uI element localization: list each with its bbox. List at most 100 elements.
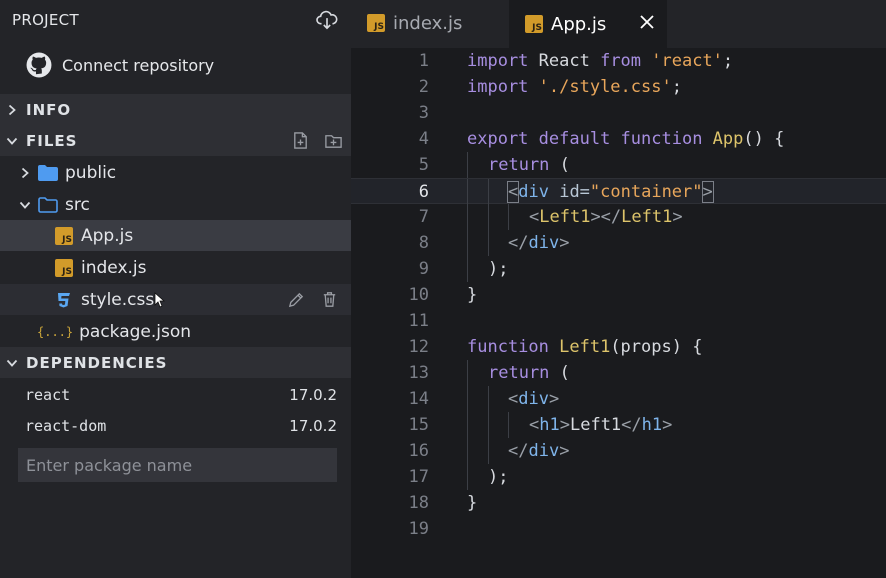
info-section-label: INFO: [26, 100, 72, 119]
line-number: 18: [408, 493, 429, 513]
project-title: PROJECT: [12, 11, 79, 29]
editor-tab-bar: JS index.js JS App.js: [351, 0, 886, 48]
code-text: return (: [488, 155, 570, 175]
dependencies-section-label: DEPENDENCIES: [26, 353, 168, 372]
dependency-name: react: [25, 386, 71, 404]
dependency-version: 17.0.2: [289, 386, 337, 404]
cloud-download-icon[interactable]: [316, 10, 338, 30]
line-number: 11: [408, 311, 429, 331]
close-tab-icon[interactable]: [639, 14, 655, 30]
mouse-cursor-icon: [154, 291, 166, 308]
tab-app-js[interactable]: JS App.js: [509, 0, 667, 48]
code-line: 1 import React from 'react';: [351, 48, 886, 74]
code-line: 5 return (: [351, 152, 886, 178]
code-editor: JS index.js JS App.js 1 import React fro…: [351, 0, 886, 578]
code-line: 18 }: [351, 490, 886, 516]
project-header: PROJECT: [12, 10, 338, 30]
dependency-item-react[interactable]: react 17.0.2: [25, 380, 337, 410]
dependency-version: 17.0.2: [289, 417, 337, 435]
chevron-down-icon: [19, 201, 31, 209]
dependency-name: react-dom: [25, 417, 107, 435]
line-number: 17: [408, 467, 429, 487]
chevron-right-icon: [21, 167, 29, 178]
code-line: 16 </div>: [351, 438, 886, 464]
code-line-current: 6 <div id="container">: [351, 178, 886, 205]
code-line: 17 );: [351, 464, 886, 490]
code-text: </div>: [508, 233, 570, 253]
package-name-input[interactable]: [18, 448, 337, 482]
code-line: 13 return (: [351, 360, 886, 386]
javascript-file-icon: JS: [367, 14, 385, 32]
code-line: 14 <div>: [351, 386, 886, 412]
code-text: }: [467, 285, 478, 305]
tab-label: index.js: [393, 12, 463, 34]
file-tree-item-style-css[interactable]: style.css: [0, 284, 351, 315]
connect-repository-button[interactable]: Connect repository: [26, 51, 214, 79]
code-line: 15 <h1>Left1</h1>: [351, 412, 886, 438]
pencil-icon[interactable]: [287, 290, 306, 309]
code-line: 2 import './style.css';: [351, 74, 886, 100]
code-text: <h1>Left1</h1>: [529, 415, 673, 435]
folder-icon: [38, 164, 58, 181]
file-tree-item-package-json[interactable]: {...} package.json: [0, 316, 351, 347]
code-text: export default function App() {: [467, 129, 785, 149]
new-folder-icon[interactable]: [324, 131, 343, 150]
file-tree-folder-public[interactable]: public: [0, 157, 351, 188]
line-number: 5: [418, 155, 429, 175]
file-tree-item-index-js[interactable]: JS index.js: [0, 252, 351, 283]
code-text: function Left1(props) {: [467, 337, 703, 357]
file-name: index.js: [81, 257, 147, 278]
code-line: 3: [351, 100, 886, 126]
line-number: 6: [418, 182, 429, 202]
line-number: 16: [408, 441, 429, 461]
dependency-item-react-dom[interactable]: react-dom 17.0.2: [25, 411, 337, 441]
code-text: <div id="container">: [506, 181, 714, 203]
code-text: </div>: [508, 441, 570, 461]
code-line: 12 function Left1(props) {: [351, 334, 886, 360]
css-file-icon: [58, 292, 70, 307]
github-icon: [26, 52, 52, 78]
dependencies-section-header[interactable]: DEPENDENCIES: [0, 347, 351, 378]
file-name: style.css: [81, 289, 155, 310]
new-file-icon[interactable]: [291, 131, 310, 150]
code-text: <Left1></Left1>: [529, 207, 683, 227]
chevron-down-icon: [6, 137, 18, 145]
file-tree-folder-src[interactable]: src: [0, 189, 351, 220]
file-name: src: [65, 194, 90, 215]
json-file-icon: {...}: [37, 324, 74, 339]
line-number: 15: [408, 415, 429, 435]
line-number: 2: [418, 77, 429, 97]
code-text: <div>: [508, 389, 560, 409]
code-text: return (: [488, 363, 570, 383]
info-section-header[interactable]: INFO: [0, 94, 351, 125]
code-text: );: [488, 467, 509, 487]
code-line: 8 </div>: [351, 230, 886, 256]
tab-label: App.js: [551, 13, 607, 35]
connect-repository-label: Connect repository: [62, 55, 215, 75]
files-section-label: FILES: [26, 131, 78, 150]
code-line: 4 export default function App() {: [351, 126, 886, 152]
chevron-right-icon: [8, 104, 16, 115]
tab-index-js[interactable]: JS index.js: [367, 0, 462, 46]
line-number: 12: [408, 337, 429, 357]
file-name: App.js: [81, 225, 134, 246]
files-section-header[interactable]: FILES: [0, 125, 351, 156]
line-number: 1: [418, 51, 429, 71]
code-text: import './style.css';: [467, 77, 682, 97]
line-number: 14: [408, 389, 429, 409]
code-text: );: [488, 259, 509, 279]
code-line: 9 );: [351, 256, 886, 282]
trash-icon[interactable]: [320, 290, 339, 309]
file-name: public: [65, 162, 117, 183]
line-number: 3: [418, 103, 429, 123]
line-number: 9: [418, 259, 429, 279]
sidebar: PROJECT Connect repository INFO FILES pu…: [0, 0, 351, 578]
line-number: 4: [418, 129, 429, 149]
code-line: 10 }: [351, 282, 886, 308]
chevron-down-icon: [6, 359, 18, 367]
file-tree-item-app-js[interactable]: JS App.js: [0, 220, 351, 251]
javascript-file-icon: JS: [55, 226, 73, 245]
line-number: 7: [418, 207, 429, 227]
code-text: }: [467, 493, 478, 513]
line-number: 13: [408, 363, 429, 383]
